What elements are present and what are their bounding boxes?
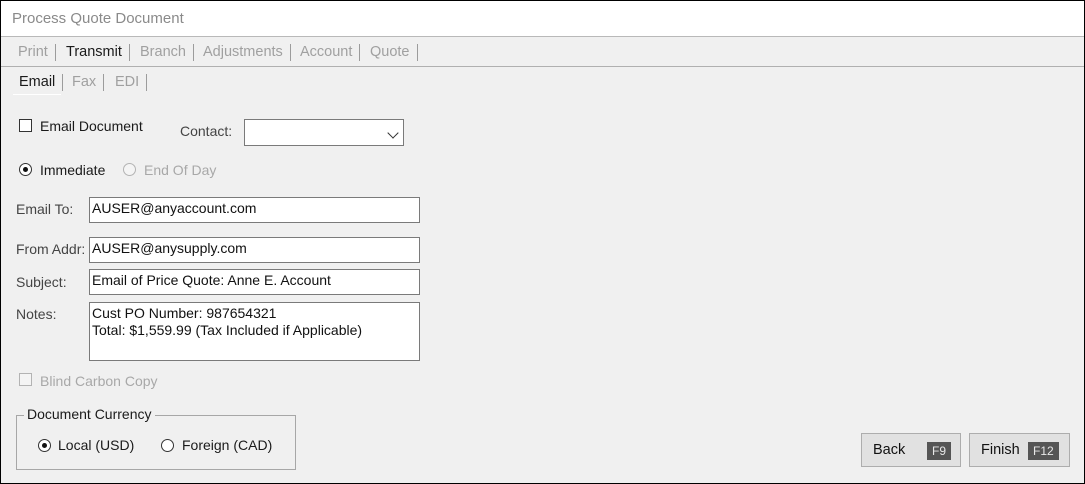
finish-button-label: Finish	[981, 442, 1020, 458]
tab-quote-label: Quote	[370, 44, 410, 60]
local-usd-label: Local (USD)	[58, 437, 135, 453]
tab-branch-label: Branch	[140, 44, 186, 60]
main-tab-bar: Print Transmit Branch Adjustments Accoun…	[1, 38, 1084, 67]
tab-quote[interactable]: Quote	[370, 44, 418, 61]
finish-button[interactable]: Finish F12	[969, 433, 1070, 467]
back-key-hint: F9	[927, 442, 952, 460]
tab-edi-label: EDI	[115, 74, 140, 90]
blind-carbon-copy-label: Blind Carbon Copy	[40, 373, 158, 389]
document-currency-title: Document Currency	[24, 406, 155, 422]
tab-account-label: Account	[300, 44, 353, 60]
chevron-down-icon	[387, 127, 399, 139]
tab-adjustments[interactable]: Adjustments	[203, 44, 291, 61]
tab-email-label: Email	[19, 74, 56, 90]
tab-edi[interactable]: EDI	[115, 74, 148, 91]
foreign-cad-radio[interactable]	[161, 439, 174, 452]
notes-textarea[interactable]: Cust PO Number: 987654321 Total: $1,559.…	[89, 302, 420, 361]
tab-print-label: Print	[18, 44, 48, 60]
immediate-radio[interactable]	[19, 163, 32, 176]
sub-tab-bar: Email Fax EDI	[1, 68, 1084, 96]
from-addr-input[interactable]: AUSER@anysupply.com	[89, 237, 420, 263]
email-document-label: Email Document	[40, 118, 143, 134]
local-usd-radio[interactable]	[38, 439, 51, 452]
tab-print[interactable]: Print	[18, 44, 56, 61]
back-button[interactable]: Back F9	[861, 433, 961, 467]
contact-label: Contact:	[180, 123, 233, 139]
tab-adjustments-label: Adjustments	[203, 44, 283, 60]
tab-transmit-label: Transmit	[66, 44, 122, 60]
email-panel: Email Document Contact: Immediate End Of…	[1, 97, 1084, 483]
contact-dropdown[interactable]	[244, 119, 404, 146]
tab-transmit[interactable]: Transmit	[66, 44, 130, 61]
immediate-label: Immediate	[40, 162, 106, 178]
email-to-label: Email To:	[16, 201, 74, 217]
end-of-day-radio[interactable]	[123, 163, 136, 176]
document-currency-group: Document Currency Local (USD) Foreign (C…	[16, 406, 296, 470]
foreign-cad-label: Foreign (CAD)	[182, 437, 273, 453]
subject-label: Subject:	[16, 274, 67, 290]
email-to-input[interactable]: AUSER@anyaccount.com	[89, 197, 420, 223]
window-title: Process Quote Document	[12, 10, 184, 27]
blind-carbon-copy-checkbox[interactable]	[19, 373, 32, 386]
title-bar: Process Quote Document	[1, 1, 1084, 37]
process-quote-window: Process Quote Document Print Transmit Br…	[0, 0, 1085, 484]
finish-key-hint: F12	[1028, 442, 1059, 460]
tab-fax[interactable]: Fax	[72, 74, 105, 91]
notes-label: Notes:	[16, 306, 57, 322]
tab-fax-label: Fax	[72, 74, 97, 90]
end-of-day-label: End Of Day	[144, 162, 217, 178]
email-document-checkbox[interactable]	[19, 119, 32, 132]
tab-email[interactable]: Email	[19, 74, 64, 91]
from-addr-label: From Addr:	[16, 241, 86, 257]
active-tab-indicator	[13, 94, 61, 95]
subject-input[interactable]: Email of Price Quote: Anne E. Account	[89, 269, 420, 295]
tab-branch[interactable]: Branch	[140, 44, 194, 61]
tab-account[interactable]: Account	[300, 44, 361, 61]
back-button-label: Back	[873, 442, 906, 458]
